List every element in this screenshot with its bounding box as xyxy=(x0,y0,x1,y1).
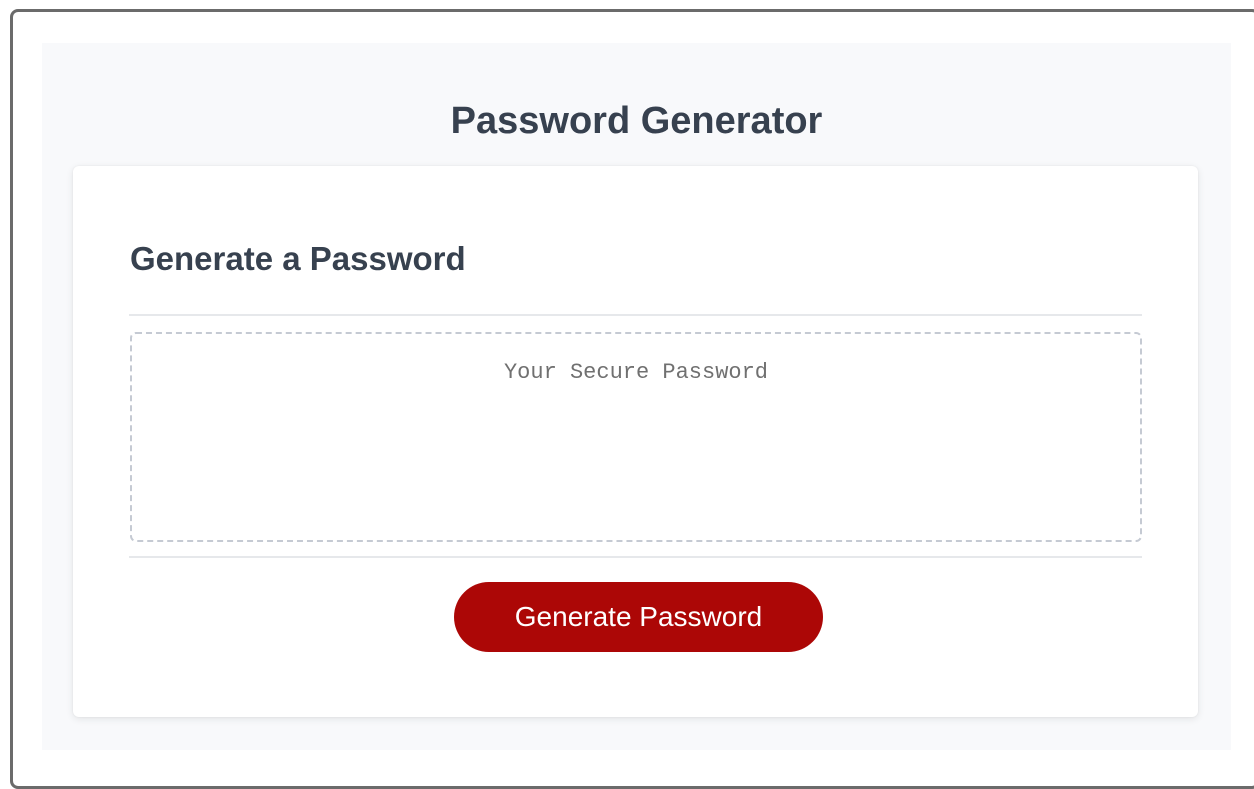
password-output[interactable] xyxy=(130,332,1142,542)
card-footer-divider xyxy=(129,556,1142,558)
generate-password-button[interactable]: Generate Password xyxy=(454,582,823,652)
page-title: Password Generator xyxy=(450,100,823,142)
password-card: Generate a Password Generate Password xyxy=(73,166,1198,717)
card-header-divider xyxy=(129,314,1142,316)
card-title: Generate a Password xyxy=(130,240,466,277)
